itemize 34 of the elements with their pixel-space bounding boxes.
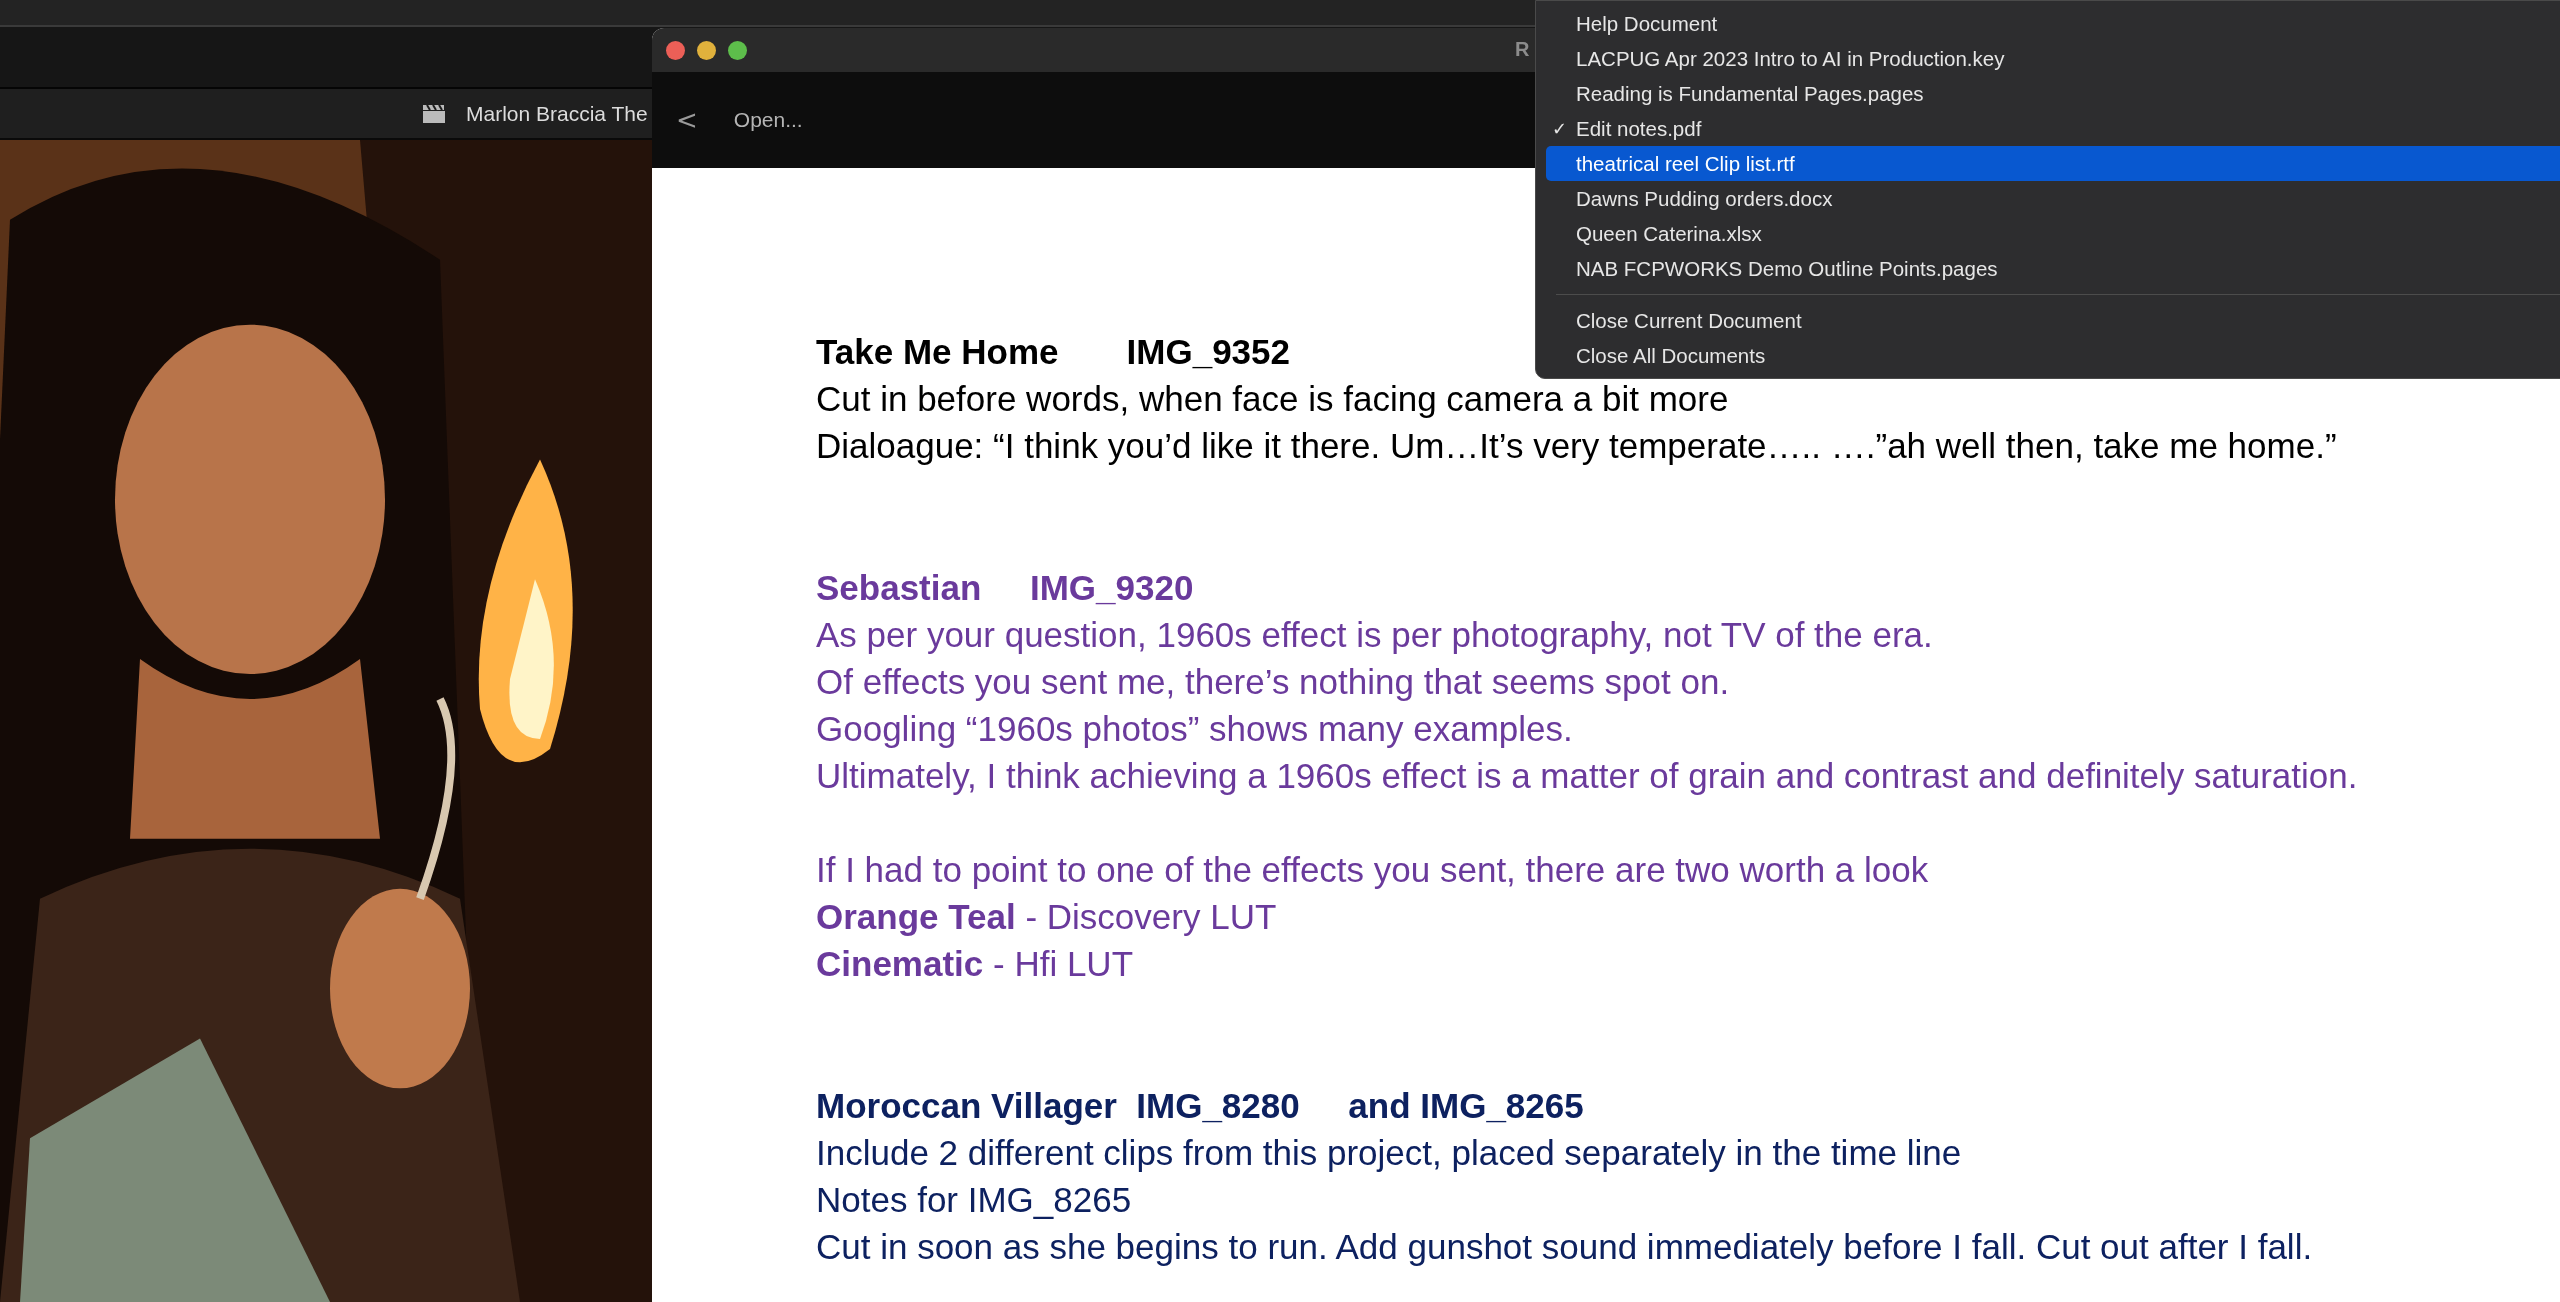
section-heading: Moroccan Villager IMG_8280 and IMG_8265: [816, 1085, 1584, 1127]
clip-title: Marlon Braccia The: [466, 101, 648, 126]
back-button[interactable]: <: [668, 101, 706, 139]
text-line: Notes for IMG_8265: [816, 1179, 1132, 1221]
menu-item[interactable]: Dawns Pudding orders.docx: [1546, 181, 2560, 216]
zoom-button[interactable]: [728, 40, 747, 60]
menu-item[interactable]: LACPUG Apr 2023 Intro to AI in Production.key: [1546, 41, 2560, 76]
clapperboard-icon: [422, 103, 446, 124]
text-line: Googling “1960s photos” shows many examples.: [816, 708, 1573, 750]
menu-item[interactable]: ✓ Edit notes.pdf: [1546, 111, 2560, 146]
menu-item[interactable]: Close Current Document: [1546, 303, 2560, 338]
checkmark-icon: ✓: [1552, 111, 1568, 146]
open-link[interactable]: Open...: [733, 108, 803, 132]
menu-item[interactable]: Help Document: [1546, 6, 2560, 41]
text-line: If I had to point to one of the effects you sent, there are two worth a look: [816, 849, 1929, 891]
close-button[interactable]: [666, 40, 685, 60]
section-heading: Take Me Home IMG_9352: [816, 331, 1290, 373]
text-line: Ultimately, I think achieving a 1960s effect is a matter of grain and contrast and definitely saturation.: [816, 755, 2358, 797]
menu-item[interactable]: Reading is Fundamental Pages.pages: [1546, 76, 2560, 111]
text-line: Cinematic - Hfi LUT: [816, 943, 1133, 985]
text-line: As per your question, 1960s effect is per photography, not TV of the era.: [816, 614, 1933, 656]
section-heading: Sebastian IMG_9320: [816, 567, 1194, 609]
text-line: Cut in soon as she begins to run. Add gunshot sound immediately before I fall. Cut out after I fall.: [816, 1226, 2313, 1268]
menu-item[interactable]: Close All Documents: [1546, 338, 2560, 373]
text-line: Dialoague: “I think you’d like it there. Um…It’s very temperate….. ….”ah well then, take me home.”: [816, 425, 2337, 467]
menu-item[interactable]: theatrical reel Clip list.rtf: [1546, 146, 2560, 181]
text-line: Cut in before words, when face is facing camera a bit more: [816, 378, 1729, 420]
text-line: Of effects you sent me, there’s nothing that seems spot on.: [816, 661, 1730, 703]
text-line: Orange Teal - Discovery LUT: [816, 896, 1277, 938]
menu-item[interactable]: NAB FCPWORKS Demo Outline Points.pages: [1546, 251, 2560, 286]
window-title: R: [1515, 38, 1530, 61]
minimize-button[interactable]: [697, 40, 716, 60]
text-line: Include 2 different clips from this project, placed separately in the time line: [816, 1132, 1962, 1174]
menu-item[interactable]: Queen Caterina.xlsx: [1546, 216, 2560, 251]
